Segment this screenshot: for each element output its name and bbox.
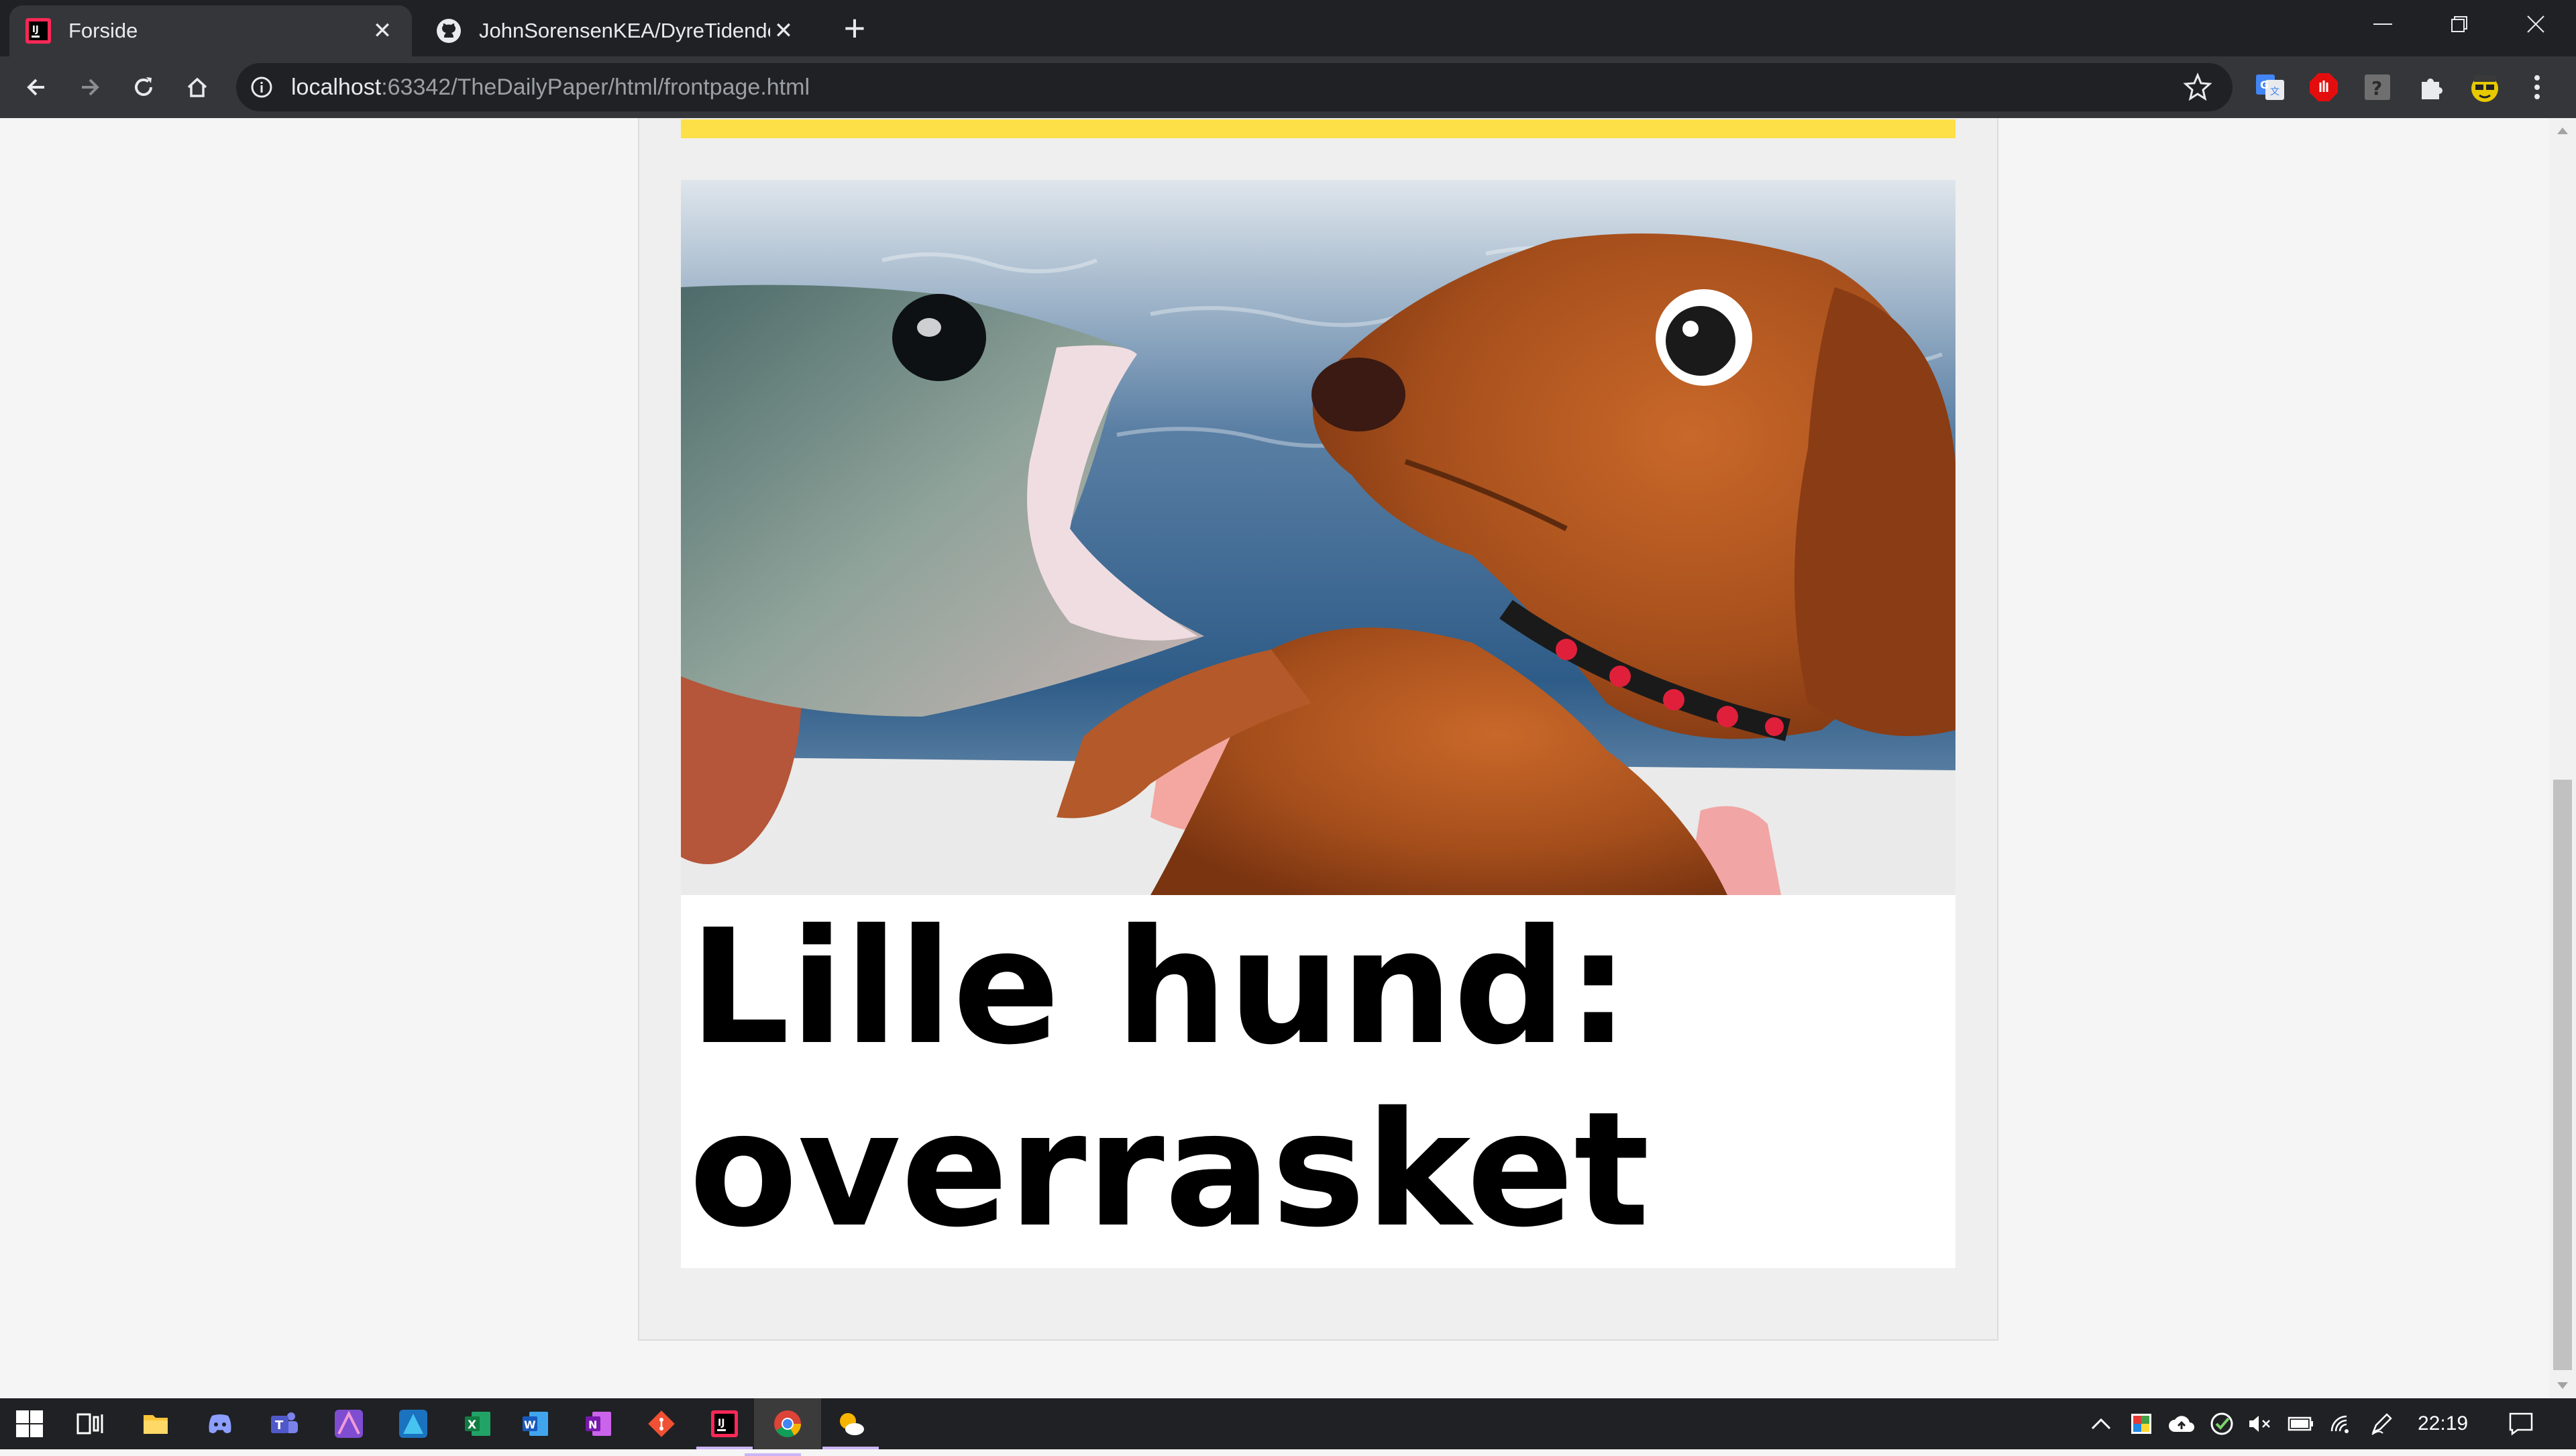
svg-text:文: 文 bbox=[2270, 87, 2279, 97]
avatar-icon[interactable] bbox=[2467, 70, 2502, 105]
task-view-icon[interactable] bbox=[72, 1405, 110, 1443]
github-icon bbox=[436, 18, 462, 44]
tab-forside[interactable]: IJ Forside ✕ bbox=[9, 5, 412, 56]
weather-app-icon[interactable] bbox=[822, 1405, 879, 1449]
google-translate-icon[interactable]: G文 bbox=[2253, 70, 2288, 105]
notification-center-icon[interactable] bbox=[2506, 1409, 2536, 1439]
onenote-icon[interactable]: N bbox=[580, 1405, 617, 1443]
reload-button[interactable] bbox=[121, 64, 166, 110]
svg-text:IJ: IJ bbox=[32, 25, 39, 35]
close-tab-icon[interactable]: ✕ bbox=[369, 17, 396, 44]
affinity-photo-icon[interactable] bbox=[330, 1405, 368, 1443]
accent-bar bbox=[681, 119, 1955, 138]
restore-button[interactable] bbox=[2422, 0, 2497, 48]
url-path: :63342/TheDailyPaper/html/frontpage.html bbox=[381, 74, 810, 100]
article-image[interactable] bbox=[681, 180, 1955, 895]
info-icon[interactable] bbox=[248, 76, 275, 99]
scroll-up-arrow-icon[interactable] bbox=[2557, 127, 2568, 134]
chevron-up-icon[interactable] bbox=[2086, 1409, 2116, 1439]
git-icon[interactable] bbox=[643, 1405, 680, 1443]
address-bar[interactable]: localhost:63342/TheDailyPaper/html/front… bbox=[236, 63, 2233, 111]
bookmark-star-icon[interactable] bbox=[2183, 72, 2212, 108]
svg-text:T: T bbox=[275, 1418, 284, 1433]
minimize-button[interactable] bbox=[2345, 0, 2420, 48]
affinity-designer-icon[interactable] bbox=[394, 1405, 432, 1443]
tab-title: JohnSorensenKEA/DyreTidende bbox=[479, 19, 770, 42]
close-window-button[interactable] bbox=[2498, 0, 2573, 48]
teams-icon[interactable]: T bbox=[266, 1405, 303, 1443]
file-explorer-icon[interactable] bbox=[137, 1405, 174, 1443]
discord-icon[interactable] bbox=[201, 1405, 239, 1443]
article-card[interactable]: Lille hund: overrasket bbox=[681, 180, 1955, 1268]
start-icon[interactable] bbox=[11, 1405, 48, 1443]
svg-text:N: N bbox=[588, 1418, 597, 1431]
page-container: Lille hund: overrasket bbox=[638, 118, 1998, 1341]
svg-text:?: ? bbox=[2371, 77, 2382, 99]
svg-text:W: W bbox=[524, 1418, 536, 1431]
taskbar-clock[interactable]: 22:19 bbox=[2418, 1398, 2485, 1449]
unknown-extension-icon[interactable]: ? bbox=[2360, 70, 2395, 105]
scroll-down-arrow-icon[interactable] bbox=[2557, 1382, 2568, 1389]
new-tab-button[interactable]: + bbox=[836, 9, 873, 48]
color-picker-tray-icon[interactable] bbox=[2127, 1409, 2156, 1439]
tab-github[interactable]: JohnSorensenKEA/DyreTidende ✕ bbox=[420, 5, 813, 56]
wifi-icon[interactable] bbox=[2326, 1409, 2356, 1439]
home-button[interactable] bbox=[174, 64, 220, 110]
back-button[interactable] bbox=[13, 64, 59, 110]
tab-title: Forside bbox=[68, 19, 138, 42]
svg-text:X: X bbox=[468, 1418, 476, 1432]
excel-icon[interactable]: X bbox=[459, 1405, 496, 1443]
close-tab-icon[interactable]: ✕ bbox=[770, 17, 797, 44]
chrome-icon[interactable] bbox=[745, 1398, 821, 1456]
article-headline[interactable]: Lille hund: overrasket bbox=[689, 896, 1943, 1261]
onedrive-icon[interactable] bbox=[2167, 1409, 2196, 1439]
intellij-icon: IJ bbox=[25, 18, 51, 44]
taskbar: T X W N IJ 22:19 bbox=[0, 1398, 2576, 1456]
page-scrollbar[interactable] bbox=[2549, 118, 2576, 1398]
volume-muted-icon[interactable] bbox=[2246, 1409, 2275, 1439]
scrollbar-thumb[interactable] bbox=[2553, 780, 2572, 1370]
adblock-icon[interactable] bbox=[2306, 70, 2341, 105]
intellij-taskbar-icon[interactable]: IJ bbox=[696, 1405, 753, 1449]
browser-toolbar: localhost:63342/TheDailyPaper/html/front… bbox=[0, 56, 2576, 118]
sync-check-icon[interactable] bbox=[2207, 1409, 2237, 1439]
svg-text:G: G bbox=[2260, 79, 2269, 91]
extensions-puzzle-icon[interactable] bbox=[2414, 70, 2449, 105]
forward-button[interactable] bbox=[67, 64, 113, 110]
tab-strip: IJ Forside ✕ JohnSorensenKEA/DyreTidende… bbox=[0, 0, 2576, 56]
pen-icon[interactable] bbox=[2367, 1409, 2396, 1439]
svg-text:IJ: IJ bbox=[718, 1418, 724, 1428]
page-viewport: Lille hund: overrasket bbox=[0, 118, 2549, 1398]
word-icon[interactable]: W bbox=[517, 1405, 554, 1443]
menu-icon[interactable] bbox=[2524, 70, 2551, 105]
battery-icon[interactable] bbox=[2286, 1409, 2316, 1439]
url-host: localhost bbox=[291, 74, 382, 100]
